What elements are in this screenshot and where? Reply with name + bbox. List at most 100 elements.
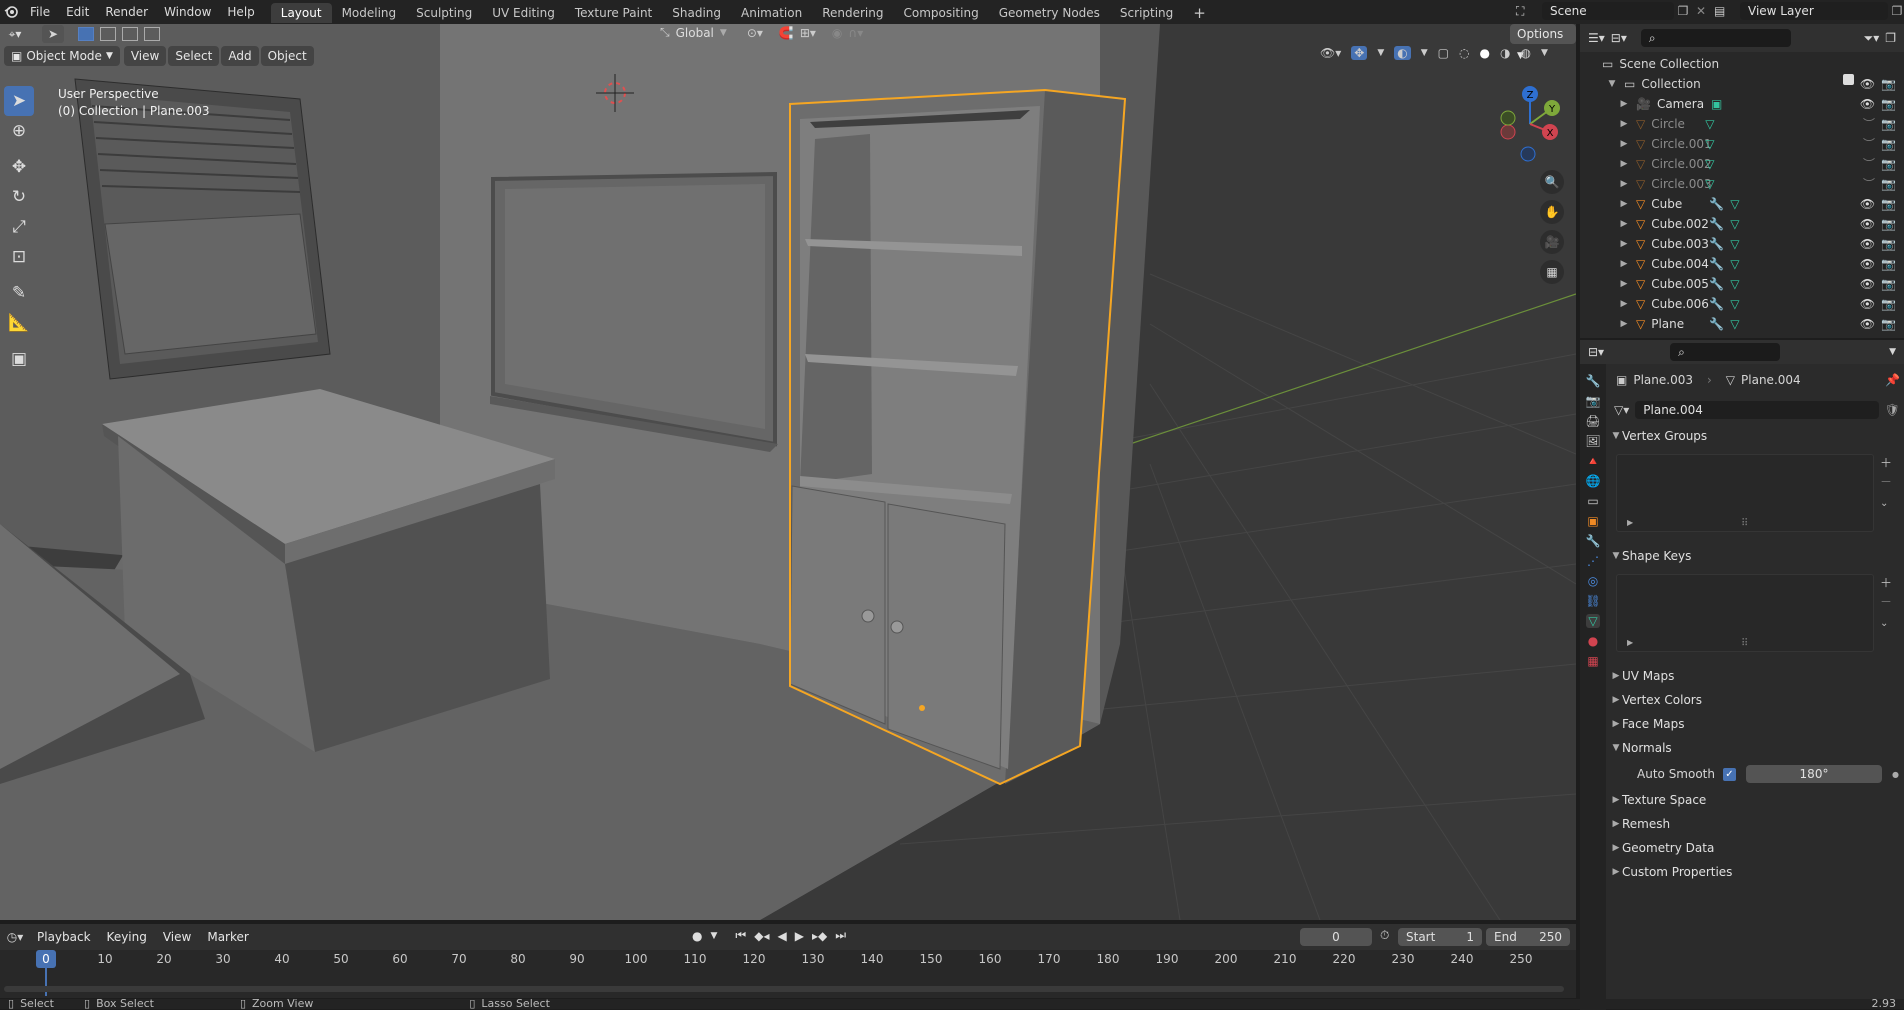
tab-scripting[interactable]: Scripting — [1110, 3, 1183, 23]
modifier-tab-icon[interactable]: 🔧 — [1586, 534, 1601, 548]
constraints-tab-icon[interactable]: ⛓ — [1585, 594, 1600, 608]
camera-render-icon[interactable]: 📷 — [1881, 154, 1896, 174]
outliner-item[interactable]: ▶ ▽ Cube.006 🔧 ▽ 👁 📷 — [1580, 294, 1904, 314]
shape-keys-list[interactable]: ▶ ⠿ — [1616, 574, 1874, 652]
panel-uv-maps[interactable]: ▶ UV Maps — [1610, 664, 1900, 688]
panel-custom-properties[interactable]: ▶ Custom Properties — [1610, 860, 1900, 884]
shading-rendered-icon[interactable]: ◍ — [1520, 46, 1530, 60]
menu-help[interactable]: Help — [219, 0, 262, 24]
prev-keyframe-icon[interactable]: ◆◂ — [754, 929, 769, 943]
panel-geometry-data[interactable]: ▶ Geometry Data — [1610, 836, 1900, 860]
auto-keying-icon[interactable]: ● — [692, 929, 702, 943]
timeline-menu-view[interactable]: View — [156, 927, 198, 947]
camera-view-icon[interactable]: 🎥 — [1540, 230, 1564, 254]
properties-editor-icon[interactable]: ⊟▾ — [1588, 345, 1604, 359]
tab-rendering[interactable]: Rendering — [812, 3, 893, 23]
remove-shape-key-icon[interactable]: － — [1880, 593, 1892, 610]
tab-uv-editing[interactable]: UV Editing — [482, 3, 565, 23]
stopwatch-icon[interactable]: ⏱ — [1380, 928, 1389, 943]
output-tab-icon[interactable]: 🖨 — [1585, 414, 1600, 428]
navigation-gizmo[interactable]: Z Y X — [1490, 84, 1570, 164]
render-tab-icon[interactable]: 📷 — [1586, 394, 1601, 408]
expand-arrow-icon[interactable]: ▶ — [1618, 214, 1630, 234]
object-mode-select[interactable]: ▣ Object Mode ▼ — [4, 46, 120, 66]
pivot-icon[interactable]: ⊙▾ — [747, 26, 763, 40]
timeline-scrollbar[interactable] — [4, 986, 1564, 992]
snap-icon[interactable]: 🧲 — [779, 26, 794, 40]
add-vertex-group-icon[interactable]: ＋ — [1880, 454, 1892, 471]
camera-render-icon[interactable]: 📷 — [1881, 214, 1896, 234]
list-resize-handle-icon[interactable]: ⠿ — [1741, 518, 1748, 529]
pan-hand-icon[interactable]: ✋ — [1540, 200, 1564, 224]
expand-arrow-icon[interactable]: ▶ — [1618, 174, 1630, 194]
scene-collection-row[interactable]: ▭ Scene Collection — [1580, 54, 1904, 74]
mesh-name-field[interactable]: Plane.004 — [1635, 401, 1879, 419]
add-workspace-button[interactable]: + — [1183, 3, 1216, 23]
outliner-item[interactable]: ▶ ▽ Cube 🔧 ▽ 👁 📷 — [1580, 194, 1904, 214]
camera-render-icon[interactable]: 📷 — [1881, 194, 1896, 214]
new-view-layer-icon[interactable]: ❐ — [1888, 4, 1904, 18]
timeline-editor-icon[interactable]: ◷▾ — [0, 930, 30, 944]
tab-shading[interactable]: Shading — [662, 3, 731, 23]
add-shape-key-icon[interactable]: ＋ — [1880, 574, 1892, 591]
tab-layout[interactable]: Layout — [270, 3, 332, 23]
collection-tab-icon[interactable]: ▭ — [1587, 494, 1598, 508]
camera-render-icon[interactable]: 📷 — [1881, 94, 1896, 114]
expand-arrow-icon[interactable]: ▶ — [1618, 114, 1630, 134]
auto-smooth-checkbox[interactable]: ✓ — [1723, 767, 1736, 781]
camera-render-icon[interactable]: 📷 — [1881, 134, 1896, 154]
viewport-menu-add[interactable]: Add — [221, 46, 259, 66]
texture-tab-icon[interactable]: ▦ — [1587, 654, 1598, 668]
outliner-item[interactable]: ▶ ▽ Circle.001 ▽ ︶ 📷 — [1580, 134, 1904, 154]
filter-icon[interactable]: ⏷▾ — [1864, 31, 1880, 46]
expand-arrow-icon[interactable]: ▶ — [1618, 274, 1630, 294]
transform-orientation-select[interactable]: Global — [676, 26, 714, 40]
keying-options-icon[interactable]: ▼ — [710, 931, 717, 941]
3d-viewport[interactable]: ⌖▾ ➤ ⤡ Global ▼ ⊙▾ 🧲 ⊞▾ ◉ ∩▾ Options ▼ ▣… — [0, 24, 1576, 920]
expand-arrow-icon[interactable]: ▶ — [1618, 94, 1630, 114]
shading-solid-icon[interactable]: ● — [1479, 46, 1489, 60]
expand-arrow-icon[interactable]: ▶ — [1618, 194, 1630, 214]
vertex-group-specials-icon[interactable]: ⌄ — [1880, 498, 1892, 509]
camera-render-icon[interactable]: 📷 — [1881, 234, 1896, 254]
data-tab-icon[interactable]: ▽ — [1586, 614, 1600, 628]
eye-icon[interactable]: 👁 — [1860, 94, 1875, 114]
measure-tool-icon[interactable]: 📐 — [4, 308, 34, 338]
xray-toggle-icon[interactable]: ▢ — [1438, 46, 1449, 60]
object-tab-icon[interactable]: ▣ — [1587, 514, 1598, 528]
outliner-item[interactable]: ▶ ▽ Cube.002 🔧 ▽ 👁 📷 — [1580, 214, 1904, 234]
remove-scene-icon[interactable]: ✕ — [1692, 4, 1710, 18]
menu-window[interactable]: Window — [156, 0, 219, 24]
panel-face-maps[interactable]: ▶ Face Maps — [1610, 712, 1900, 736]
panel-texture-space[interactable]: ▶ Texture Space — [1610, 788, 1900, 812]
select-box-tool-icon[interactable]: ➤ — [4, 86, 34, 116]
menu-file[interactable]: File — [22, 0, 58, 24]
tab-compositing[interactable]: Compositing — [893, 3, 988, 23]
view-layer-name[interactable]: View Layer — [1740, 2, 1888, 20]
mesh-browse-icon[interactable]: ▽▾ — [1614, 403, 1629, 417]
timeline-menu-keying[interactable]: Keying — [100, 927, 154, 947]
remove-vertex-group-icon[interactable]: － — [1880, 473, 1892, 490]
zoom-icon[interactable]: 🔍 — [1540, 170, 1564, 194]
shading-material-icon[interactable]: ◑ — [1500, 46, 1510, 60]
timeline-ruler[interactable]: 0 10 20 30 40 50 60 70 80 90 100 110 120 130 140 150 160… — [0, 950, 1576, 996]
scene-tab-icon[interactable]: 🔺 — [1586, 454, 1601, 468]
cursor-tool-icon[interactable]: ⊕ — [4, 116, 34, 146]
panel-vertex-groups[interactable]: ▼ Vertex Groups — [1610, 424, 1900, 448]
timeline-menu-marker[interactable]: Marker — [200, 927, 255, 947]
display-mode-icon[interactable]: ⊟▾ — [1611, 31, 1627, 45]
camera-render-icon[interactable]: 📷 — [1881, 314, 1896, 334]
particles-tab-icon[interactable]: ⋰ — [1587, 554, 1599, 568]
list-expand-icon[interactable]: ▶ — [1627, 638, 1633, 647]
camera-render-icon[interactable]: 📷 — [1881, 294, 1896, 314]
scene-name[interactable]: Scene — [1542, 2, 1674, 20]
tab-modeling[interactable]: Modeling — [332, 3, 407, 23]
viewport-menu-object[interactable]: Object — [260, 46, 314, 66]
viewport-menu-view[interactable]: View — [123, 46, 167, 66]
ortho-toggle-icon[interactable]: ▦ — [1540, 260, 1564, 284]
blender-logo-icon[interactable] — [0, 0, 22, 24]
eye-icon[interactable]: 👁 — [1860, 294, 1875, 314]
expand-arrow-icon[interactable]: ▶ — [1618, 154, 1630, 174]
visibility-icon[interactable]: 👁▾ — [1320, 46, 1341, 60]
eye-icon[interactable]: 👁 — [1860, 234, 1875, 254]
